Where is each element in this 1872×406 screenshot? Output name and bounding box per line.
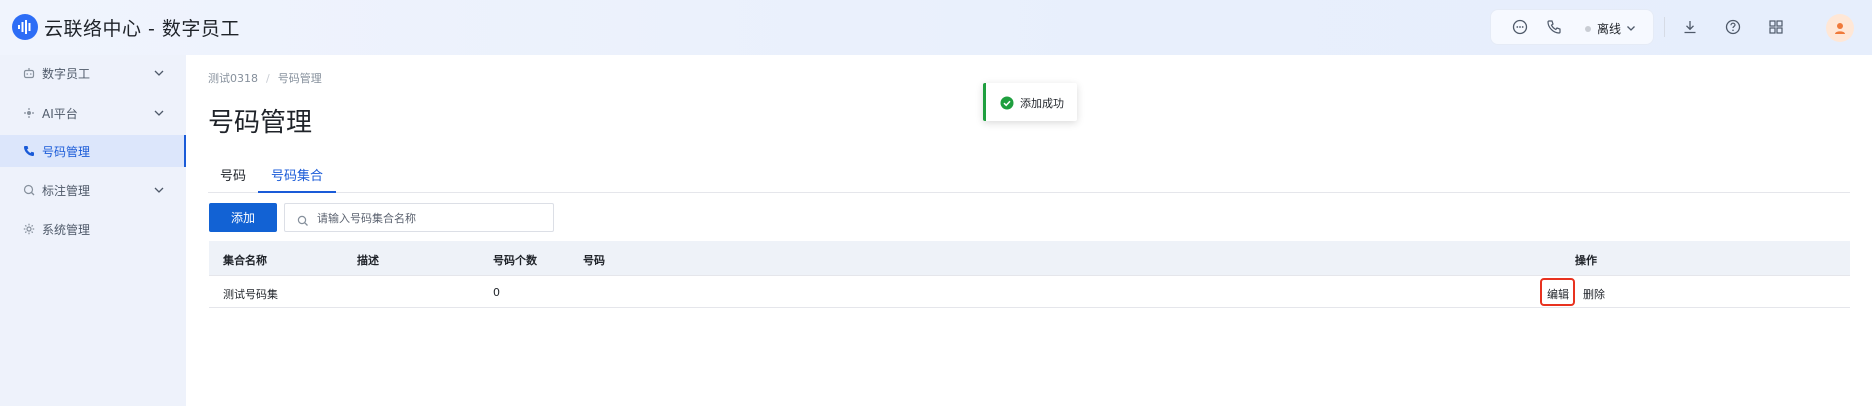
header-tool-group: 离线 xyxy=(1490,9,1654,45)
check-circle-icon xyxy=(1000,95,1014,110)
search-box xyxy=(284,203,554,232)
sidebar-item-system[interactable]: 系统管理 xyxy=(0,213,186,245)
tag-icon xyxy=(22,183,36,197)
add-button[interactable]: 添加 xyxy=(209,203,277,232)
chevron-down-icon xyxy=(152,66,166,83)
chat-icon[interactable] xyxy=(1511,18,1529,36)
sidebar-item-label: 标注管理 xyxy=(42,184,91,198)
top-header: 云联络中心 - 数字员工 离线 xyxy=(0,0,1872,55)
column-header-description: 描述 xyxy=(357,254,379,267)
breadcrumb-separator: / xyxy=(266,72,270,85)
cell-name: 测试号码集 xyxy=(223,288,278,301)
cell-count: 0 xyxy=(493,286,500,299)
sidebar-item-label: 号码管理 xyxy=(42,145,91,159)
search-icon xyxy=(297,212,309,231)
page-title: 号码管理 xyxy=(208,108,313,138)
edit-link[interactable]: 编辑 xyxy=(1547,286,1569,302)
header-divider xyxy=(1664,17,1665,37)
phone-icon[interactable] xyxy=(1545,18,1563,36)
sidebar-item-annotation[interactable]: 标注管理 xyxy=(0,174,186,206)
table-header: 集合名称 描述 号码个数 号码 操作 xyxy=(209,241,1850,276)
column-header-actions: 操作 xyxy=(1575,254,1597,267)
column-header-name: 集合名称 xyxy=(223,254,267,267)
phone-icon xyxy=(22,144,36,158)
table-row: 测试号码集 0 编辑 删除 xyxy=(209,276,1850,308)
avatar[interactable] xyxy=(1826,14,1854,42)
success-toast: 添加成功 xyxy=(983,83,1077,121)
download-icon[interactable] xyxy=(1681,18,1699,36)
column-header-count: 号码个数 xyxy=(493,254,537,267)
sidebar-item-label: 数字员工 xyxy=(42,67,91,81)
sidebar-item-label: AI平台 xyxy=(42,107,78,121)
help-icon[interactable] xyxy=(1724,18,1742,36)
status-dot xyxy=(1585,26,1591,32)
chevron-down-icon xyxy=(152,106,166,123)
column-header-numbers: 号码 xyxy=(583,254,605,267)
sidebar-item-digital-staff[interactable]: 数字员工 xyxy=(0,57,186,89)
gear-icon xyxy=(22,222,36,236)
waveform-logo-icon xyxy=(12,14,38,40)
search-input[interactable] xyxy=(317,208,547,228)
tab-bar: 号码 号码集合 xyxy=(208,158,1850,193)
chevron-down-icon[interactable] xyxy=(1625,19,1637,38)
app-title: 云联络中心 - 数字员工 xyxy=(44,18,240,40)
breadcrumb: 测试0318 / 号码管理 xyxy=(208,70,322,86)
sidebar-item-label: 系统管理 xyxy=(42,223,91,237)
tab-numbers[interactable]: 号码 xyxy=(208,158,258,193)
apps-grid-icon[interactable] xyxy=(1767,18,1785,36)
breadcrumb-item-current: 号码管理 xyxy=(277,72,322,85)
chevron-down-icon xyxy=(152,183,166,200)
ai-icon xyxy=(22,106,36,120)
sidebar-item-number-management[interactable]: 号码管理 xyxy=(0,135,186,167)
breadcrumb-item[interactable]: 测试0318 xyxy=(208,72,258,85)
delete-link[interactable]: 删除 xyxy=(1583,286,1605,302)
sidebar: 数字员工 AI平台 号码管理 标注管理 系统管理 xyxy=(0,55,186,406)
sidebar-item-ai-platform[interactable]: AI平台 xyxy=(0,97,186,129)
tab-number-sets[interactable]: 号码集合 xyxy=(258,158,336,193)
robot-icon xyxy=(22,66,36,80)
status-label[interactable]: 离线 xyxy=(1597,20,1621,37)
toast-message: 添加成功 xyxy=(1020,97,1064,110)
